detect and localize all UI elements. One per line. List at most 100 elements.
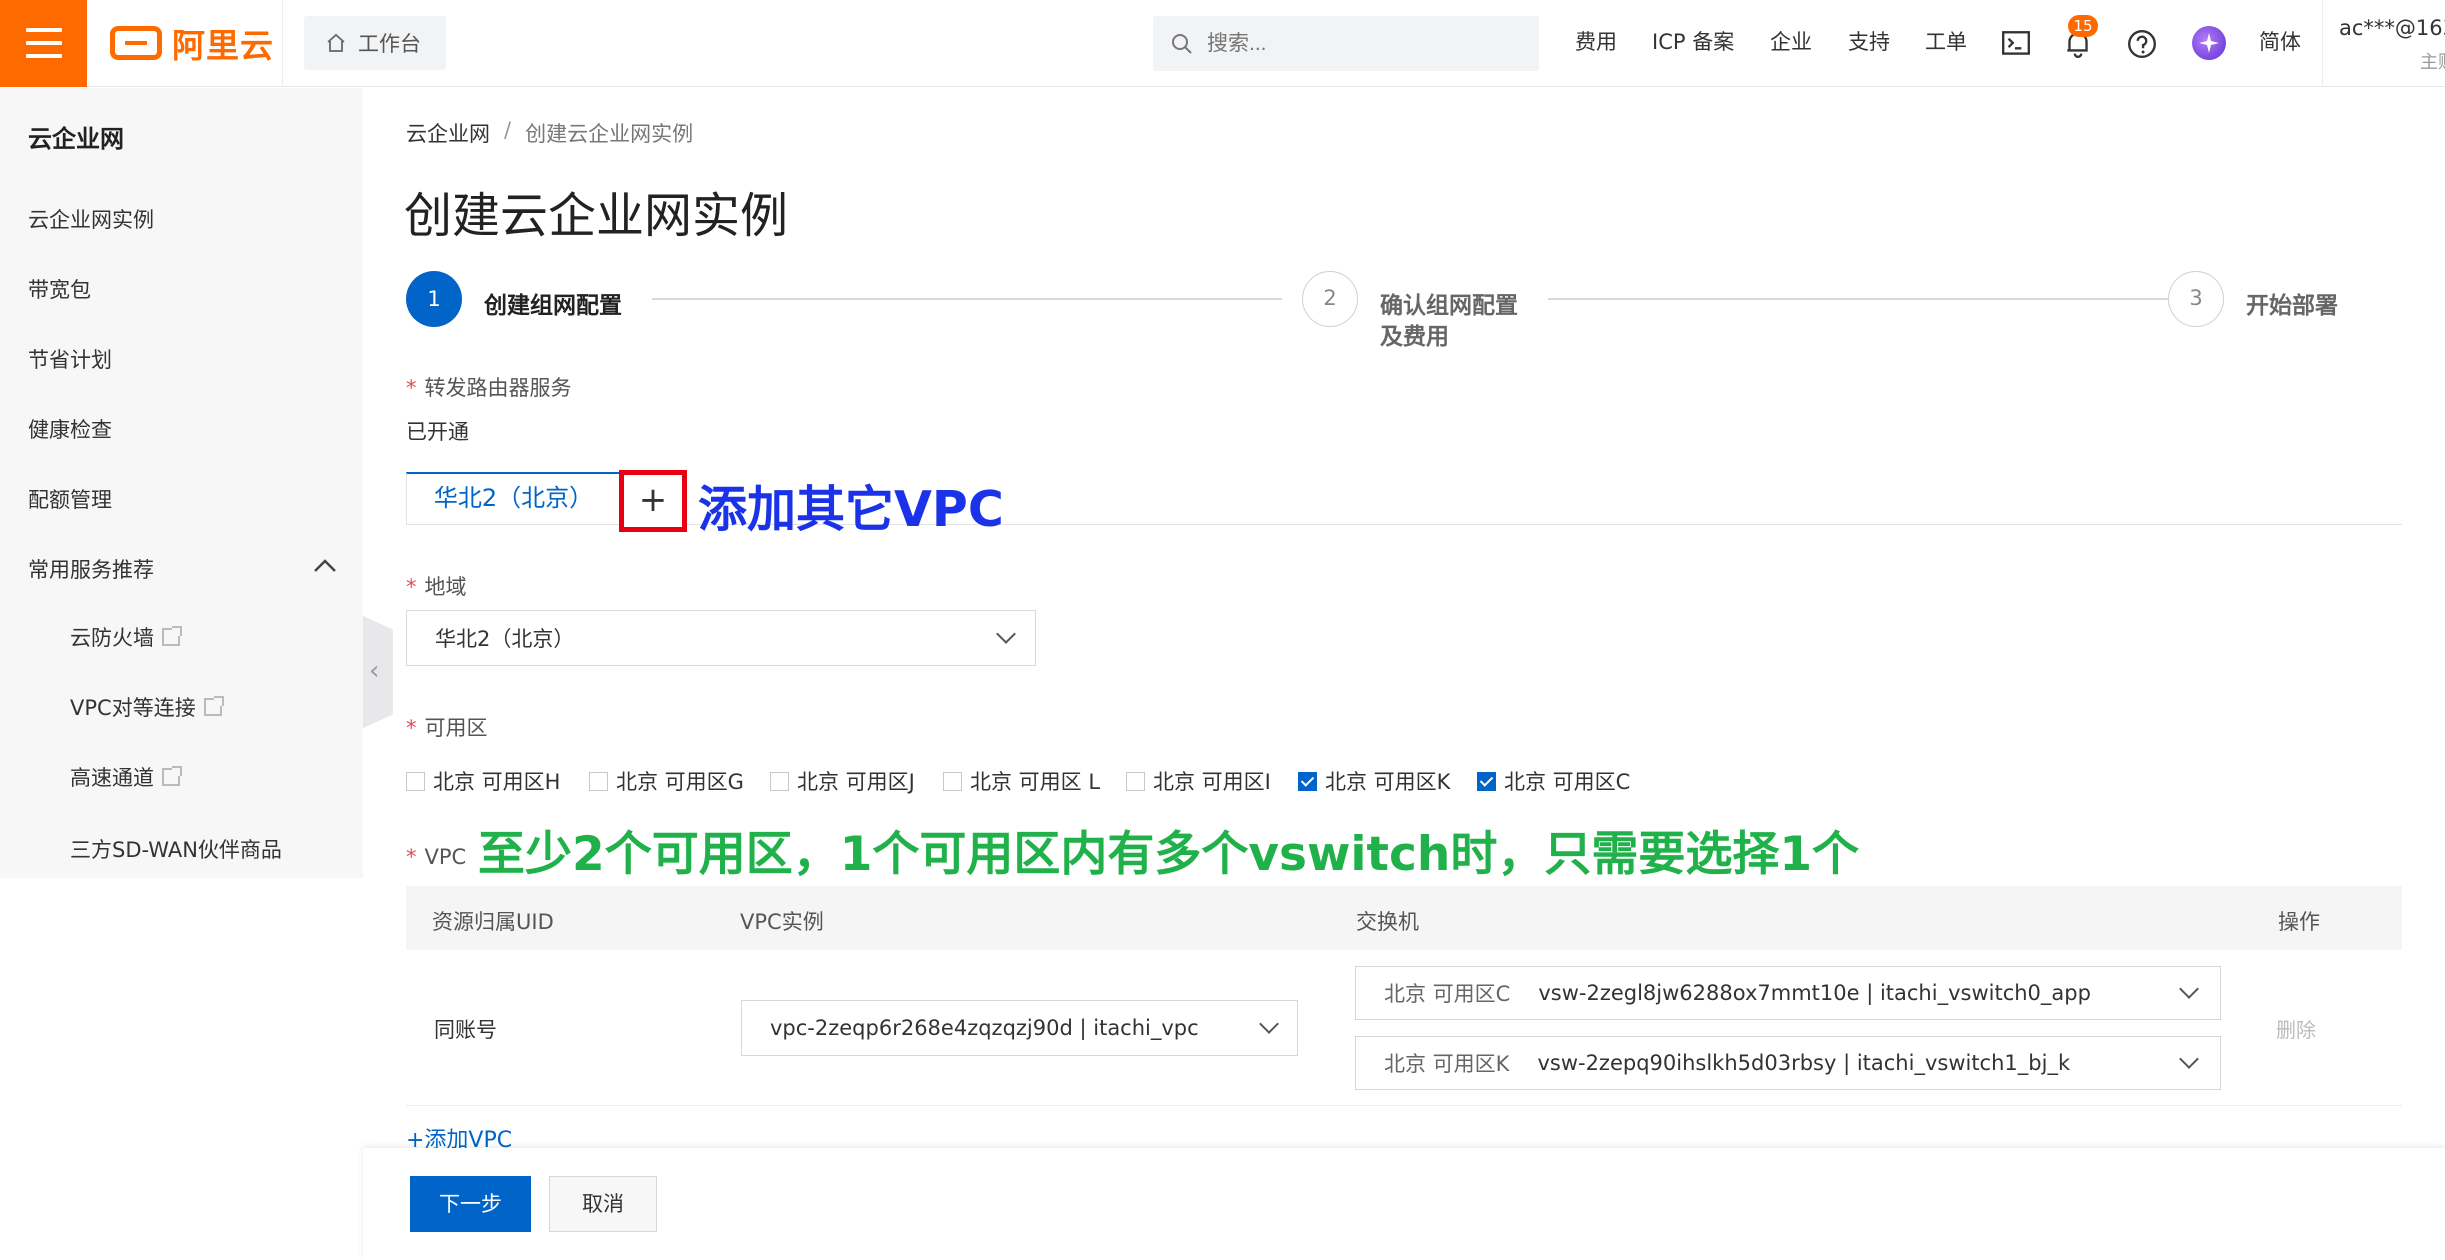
chevron-up-icon[interactable]: [312, 556, 338, 576]
step-connector: [652, 298, 1282, 300]
sidebar-item-sdwan[interactable]: 三方SD-WAN伙伴商品: [70, 834, 282, 864]
vswitch-select-c[interactable]: 北京 可用区C vsw-2zegl8jw6288ox7mmt10e | itac…: [1355, 966, 2221, 1020]
zone-name: 北京 可用区H: [433, 770, 561, 794]
checkbox-checked[interactable]: [1477, 771, 1496, 791]
nav-billing[interactable]: 费用: [1575, 26, 1617, 56]
vpc-table-header: 资源归属UID VPC实例 交换机 操作: [406, 886, 2402, 950]
sidebar-item-quota[interactable]: 配额管理: [28, 484, 112, 514]
zone-checkbox-k[interactable]: 北京 可用区K: [1298, 766, 1450, 796]
user-email[interactable]: ac***@163.: [2339, 16, 2445, 40]
region-label: * 地域: [406, 571, 467, 601]
vswitch-select-k[interactable]: 北京 可用区K vsw-2zepq90ihslkh5d03rbsy | itac…: [1355, 1036, 2221, 1090]
home-icon: [327, 33, 345, 52]
required-mark: *: [406, 376, 417, 400]
zone-checkbox-c[interactable]: 北京 可用区C: [1477, 766, 1630, 796]
zone-checkbox-g[interactable]: 北京 可用区G: [589, 766, 744, 796]
search-icon: [1172, 33, 1192, 54]
external-link-icon: [162, 626, 182, 646]
zone-checkbox-i[interactable]: 北京 可用区I: [1126, 766, 1271, 796]
row-uid: 同账号: [434, 1018, 497, 1042]
sidebar-item-express-connect[interactable]: 高速通道: [70, 762, 182, 792]
required-mark: *: [406, 716, 417, 740]
language-switch[interactable]: 简体: [2259, 26, 2301, 56]
nav-ticket[interactable]: 工单: [1925, 26, 1967, 56]
required-mark: *: [406, 575, 417, 599]
col-action: 操作: [2278, 910, 2320, 934]
vpc-select[interactable]: vpc-2zeqp6r268e4zqzqzj90d | itachi_vpc: [741, 1000, 1298, 1056]
nav-enterprise[interactable]: 企业: [1770, 26, 1812, 56]
sidebar-item-vpc-peering[interactable]: VPC对等连接: [70, 692, 224, 722]
sidebar-item-health-check[interactable]: 健康检查: [28, 414, 112, 444]
checkbox[interactable]: [1126, 771, 1145, 791]
aliyun-logo[interactable]: 阿里云: [110, 20, 274, 66]
notification-badge: 15: [2068, 15, 2098, 37]
step-1-label: 创建组网配置: [484, 293, 622, 319]
sidebar-title: 云企业网: [28, 125, 124, 153]
page-title: 创建云企业网实例: [404, 188, 789, 244]
zone-name: 北京 可用区I: [1153, 770, 1271, 794]
avatar[interactable]: [2192, 26, 2226, 60]
sidebar-collapse-handle[interactable]: ‹: [363, 616, 393, 728]
zone-label: * 可用区: [406, 712, 488, 742]
menu-icon[interactable]: [0, 0, 87, 87]
checkbox-checked[interactable]: [1298, 771, 1317, 791]
nav-icp[interactable]: ICP 备案: [1652, 26, 1734, 56]
col-vswitch: 交换机: [1356, 910, 1419, 934]
vswitch-value: vsw-2zegl8jw6288ox7mmt10e | itachi_vswit…: [1538, 981, 2091, 1005]
help-icon[interactable]: [2126, 28, 2158, 60]
step-3-indicator: 3: [2168, 271, 2224, 327]
breadcrumb-current: 创建云企业网实例: [525, 122, 694, 146]
add-tab-button[interactable]: +: [619, 470, 687, 532]
checkbox[interactable]: [406, 771, 425, 791]
user-role: 主账: [2420, 52, 2445, 73]
table-row: 同账号 vpc-2zeqp6r268e4zqzqzj90d | itachi_v…: [406, 950, 2402, 1106]
required-mark: *: [406, 845, 417, 869]
sidebar-item-firewall[interactable]: 云防火墙: [70, 622, 182, 652]
nav-support[interactable]: 支持: [1848, 26, 1890, 56]
star-icon: [2199, 33, 2219, 53]
region-select[interactable]: 华北2（北京）: [406, 610, 1036, 666]
chevron-down-icon: [2179, 979, 2199, 999]
zone-checkbox-j[interactable]: 北京 可用区J: [770, 766, 915, 796]
checkbox[interactable]: [589, 771, 608, 791]
search-input[interactable]: [1205, 30, 1505, 57]
zone-name: 北京 可用区J: [797, 770, 915, 794]
annotation-zones: 至少2个可用区，1个可用区内有多个vswitch时，只需要选择1个: [478, 827, 1860, 882]
sidebar-group-recommended[interactable]: 常用服务推荐: [28, 554, 154, 584]
search-box[interactable]: [1153, 16, 1539, 71]
divider: [282, 0, 283, 87]
next-step-button[interactable]: 下一步: [410, 1176, 531, 1232]
chevron-down-icon: [1259, 1014, 1279, 1034]
workbench-label: 工作台: [358, 32, 421, 56]
step-2-label-line1: 确认组网配置: [1380, 293, 1518, 319]
cancel-button[interactable]: 取消: [549, 1176, 657, 1232]
sidebar-item-label: 云防火墙: [70, 626, 154, 650]
chevron-down-icon: [996, 624, 1016, 644]
tr-service-label: * 转发路由器服务: [406, 372, 572, 402]
chevron-left-icon: ‹: [369, 656, 380, 686]
sidebar-item-bandwidth[interactable]: 带宽包: [28, 274, 91, 304]
tab-region-beijing[interactable]: 华北2（北京）: [406, 472, 620, 524]
vpc-select-value: vpc-2zeqp6r268e4zqzqzj90d | itachi_vpc: [770, 1016, 1199, 1040]
region-label-text: 地域: [424, 575, 467, 599]
tr-service-status: 已开通: [406, 420, 469, 444]
checkbox[interactable]: [770, 771, 789, 791]
terminal-icon[interactable]: [2000, 28, 2032, 60]
logo-mark-icon: [110, 26, 162, 60]
breadcrumb: 云企业网 / 创建云企业网实例: [406, 118, 693, 148]
vswitch-zone: 北京 可用区C: [1384, 982, 1511, 1006]
sidebar-item-label: 高速通道: [70, 766, 154, 790]
zone-checkbox-h[interactable]: 北京 可用区H: [406, 766, 560, 796]
step-2-indicator: 2: [1302, 271, 1358, 327]
zone-name: 北京 可用区C: [1504, 770, 1631, 794]
sidebar-item-instances[interactable]: 云企业网实例: [28, 204, 154, 234]
delete-action[interactable]: 删除: [2276, 1014, 2316, 1043]
workbench-button[interactable]: 工作台: [304, 16, 446, 70]
step-connector: [1548, 298, 2168, 300]
sidebar-item-savings-plan[interactable]: 节省计划: [28, 344, 112, 374]
breadcrumb-root[interactable]: 云企业网: [406, 118, 490, 148]
checkbox[interactable]: [943, 771, 962, 791]
vpc-label: * VPC: [406, 845, 466, 869]
step-2-label-line2: 及费用: [1380, 324, 1449, 350]
zone-checkbox-l[interactable]: 北京 可用区 L: [943, 766, 1100, 796]
